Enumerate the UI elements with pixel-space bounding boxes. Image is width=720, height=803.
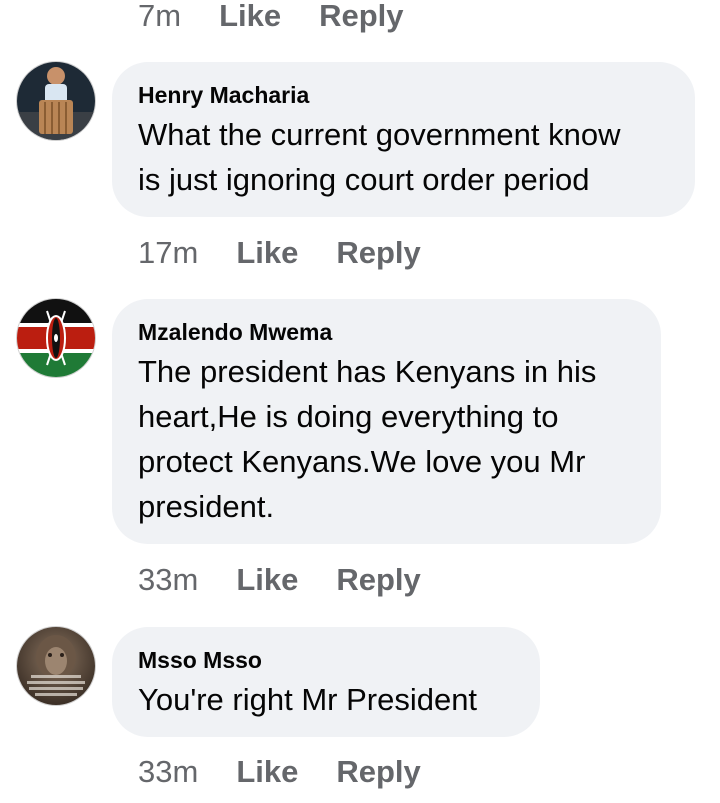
like-button[interactable]: Like bbox=[236, 754, 298, 790]
comment-author[interactable]: Henry Macharia bbox=[138, 80, 669, 110]
like-button[interactable]: Like bbox=[236, 235, 298, 271]
comment-bubble[interactable]: Mzalendo Mwema The president has Kenyans… bbox=[112, 299, 661, 544]
comment-text: You're right Mr President bbox=[138, 682, 478, 717]
comment-author[interactable]: Mzalendo Mwema bbox=[138, 317, 635, 347]
avatar[interactable] bbox=[17, 299, 95, 377]
comment-actions: 7m Like Reply bbox=[138, 0, 404, 36]
comment-actions: 33m Like Reply bbox=[138, 752, 421, 792]
like-button[interactable]: Like bbox=[236, 562, 298, 598]
avatar[interactable] bbox=[17, 627, 95, 705]
comment-actions: 33m Like Reply bbox=[138, 560, 421, 600]
comment-timestamp[interactable]: 33m bbox=[138, 754, 198, 790]
comment-bubble[interactable]: Henry Macharia What the current governme… bbox=[112, 62, 695, 217]
comment-text: The president has Kenyans in his heart,H… bbox=[138, 354, 597, 524]
comment-bubble[interactable]: Msso Msso You're right Mr President bbox=[112, 627, 540, 737]
reply-button[interactable]: Reply bbox=[319, 0, 403, 34]
comment-timestamp[interactable]: 7m bbox=[138, 0, 181, 34]
reply-button[interactable]: Reply bbox=[336, 562, 420, 598]
reply-button[interactable]: Reply bbox=[336, 235, 420, 271]
comment-author[interactable]: Msso Msso bbox=[138, 645, 514, 675]
comment-text: What the current government know is just… bbox=[138, 117, 621, 197]
comment-actions: 17m Like Reply bbox=[138, 233, 421, 273]
comment-timestamp[interactable]: 33m bbox=[138, 562, 198, 598]
avatar[interactable] bbox=[17, 62, 95, 140]
like-button[interactable]: Like bbox=[219, 0, 281, 34]
comment-timestamp[interactable]: 17m bbox=[138, 235, 198, 271]
reply-button[interactable]: Reply bbox=[336, 754, 420, 790]
